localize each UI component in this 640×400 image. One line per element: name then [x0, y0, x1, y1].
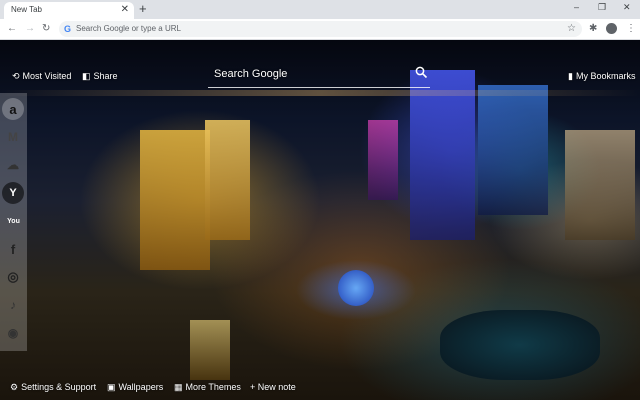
gear-icon: ⚙ — [10, 382, 19, 392]
wallpapers-link[interactable]: ▣ Wallpapers — [107, 382, 163, 393]
omnibox[interactable]: G Search Google or type a URL ☆ — [59, 21, 582, 37]
history-icon: ⟲ — [12, 71, 20, 81]
maximize-button[interactable]: ❐ — [598, 2, 606, 13]
google-g-icon: G — [64, 24, 72, 34]
search-input[interactable]: Search Google — [208, 64, 430, 88]
shortcuts-sidebar: a M ☁ Y You f ◎ ♪ ◉ — [0, 93, 27, 351]
browser-toolbar: ← → ↻ G Search Google or type a URL ☆ ✱ … — [0, 19, 640, 40]
bookmark-icon: ▮ — [568, 71, 573, 81]
most-visited-label: Most Visited — [22, 71, 72, 81]
my-bookmarks-label: My Bookmarks — [575, 71, 636, 81]
menu-kebab-icon[interactable]: ⋮ — [626, 22, 636, 36]
search-placeholder: Search Google — [214, 68, 288, 80]
newtab-page: ⟲ Most Visited ◧ Share Search Google ▮ My B… — [0, 40, 640, 400]
weather-icon[interactable]: ☁ — [2, 154, 24, 176]
settings-support-link[interactable]: ⚙ Settings & Support — [10, 382, 96, 393]
share-icon: ◧ — [82, 71, 91, 81]
background-skyline — [0, 40, 640, 400]
more-themes-link[interactable]: ▦ More Themes — [174, 382, 241, 393]
yahoo-icon[interactable]: Y — [2, 182, 24, 204]
share-label: Share — [93, 71, 118, 81]
wallpapers-label: Wallpapers — [118, 382, 164, 392]
my-bookmarks-link[interactable]: ▮ My Bookmarks — [568, 71, 635, 82]
new-note-link[interactable]: + New note — [250, 382, 296, 393]
reddit-icon[interactable]: ◉ — [2, 322, 24, 344]
settings-label: Settings & Support — [21, 382, 97, 392]
facebook-icon[interactable]: f — [2, 238, 24, 260]
gmail-icon[interactable]: M — [2, 126, 24, 148]
instagram-icon[interactable]: ◎ — [2, 266, 24, 288]
minimize-button[interactable]: – — [574, 2, 579, 12]
image-icon: ▣ — [107, 382, 116, 392]
profile-avatar-icon[interactable] — [606, 23, 617, 34]
back-arrow-icon[interactable]: ← — [7, 22, 17, 36]
close-window-button[interactable]: ✕ — [623, 2, 631, 13]
share-link[interactable]: ◧ Share — [82, 71, 118, 82]
twitter-icon[interactable]: ♪ — [2, 294, 24, 316]
extensions-puzzle-icon[interactable]: ✱ — [589, 22, 597, 36]
tab-strip: New Tab ✕ + – ❐ ✕ — [0, 0, 640, 19]
tab-close-icon[interactable]: ✕ — [121, 4, 129, 15]
bottom-bar: ⚙ Settings & Support ▣ Wallpapers ▦ More Th… — [0, 379, 640, 400]
amazon-icon[interactable]: a — [2, 98, 24, 120]
tab-title: New Tab — [11, 5, 42, 14]
forward-arrow-icon[interactable]: → — [25, 22, 35, 36]
search-icon[interactable] — [415, 66, 428, 79]
bookmark-star-icon[interactable]: ☆ — [567, 22, 576, 35]
reload-icon[interactable]: ↻ — [42, 22, 50, 36]
more-themes-label: More Themes — [185, 382, 241, 392]
omnibox-placeholder: Search Google or type a URL — [76, 24, 181, 33]
grid-icon: ▦ — [174, 382, 183, 392]
most-visited-link[interactable]: ⟲ Most Visited — [12, 71, 71, 82]
youtube-icon[interactable]: You — [0, 210, 27, 232]
new-tab-button[interactable]: + — [139, 1, 147, 17]
tab-new-tab[interactable]: New Tab ✕ — [4, 2, 134, 19]
